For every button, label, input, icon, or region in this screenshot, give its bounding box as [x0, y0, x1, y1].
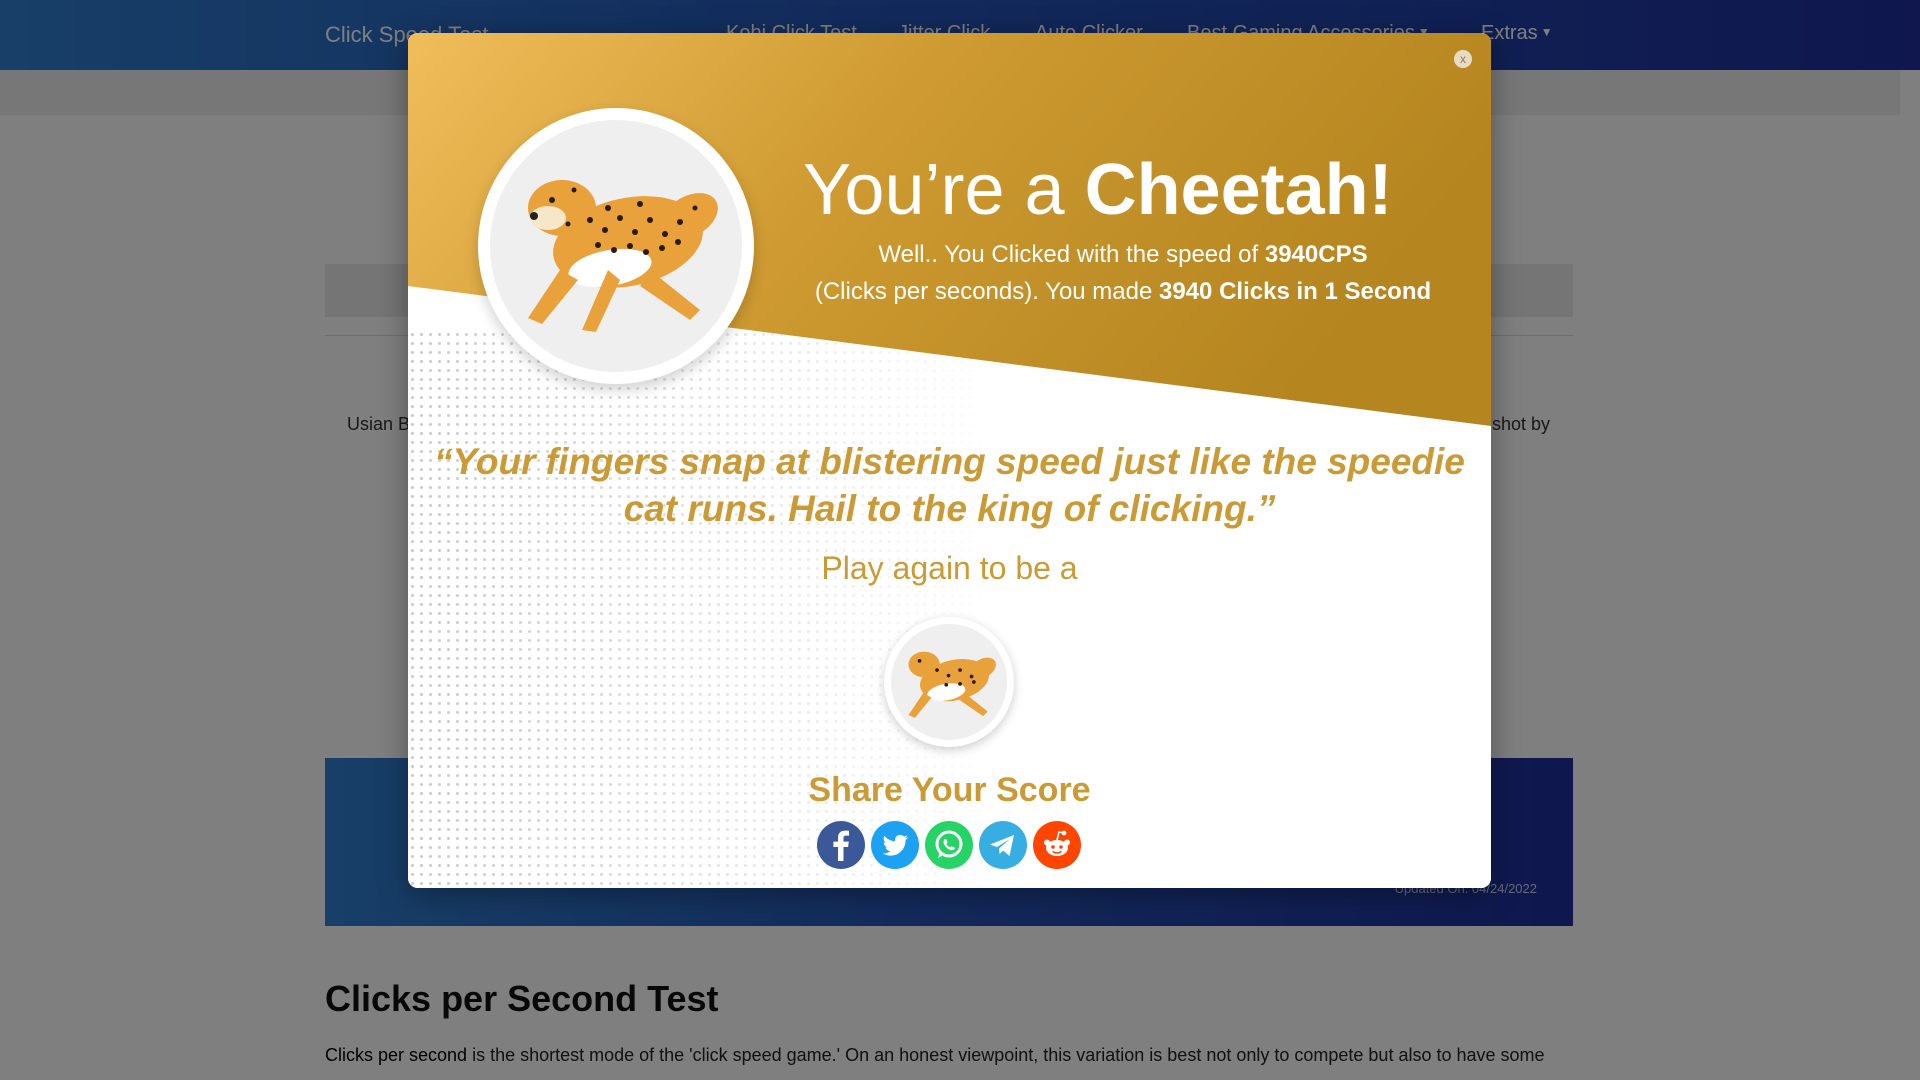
share-buttons — [817, 821, 1087, 871]
result-quote: “Your fingers snap at blistering speed j… — [434, 441, 1465, 529]
play-again-text: Play again to be a — [821, 550, 1078, 586]
share-whatsapp-button[interactable] — [925, 821, 973, 869]
reddit-icon — [1044, 830, 1070, 856]
next-rank-avatar — [884, 617, 1014, 747]
speed-line-2: (Clicks per seconds). You made 3940 Clic… — [758, 278, 1488, 306]
headline-animal: Cheetah! — [1084, 150, 1393, 230]
twitter-icon — [882, 834, 908, 856]
speed-line-1-text: Well.. You Clicked with the speed of — [878, 241, 1265, 268]
result-modal: x You’re a Cheetah! Well.. You Clicked w… — [408, 33, 1491, 888]
cheetah-icon — [528, 180, 718, 332]
speed-line-1: Well.. You Clicked with the speed of 394… — [758, 241, 1488, 269]
close-button[interactable]: x — [1454, 50, 1472, 68]
share-facebook-button[interactable] — [817, 821, 865, 869]
share-reddit-button[interactable] — [1033, 821, 1081, 869]
share-twitter-button[interactable] — [871, 821, 919, 869]
facebook-icon — [833, 830, 849, 861]
share-title: Share Your Score — [808, 771, 1091, 809]
cps-value: 3940CPS — [1264, 241, 1368, 268]
telegram-icon — [990, 835, 1014, 856]
whatsapp-icon — [935, 830, 963, 858]
clicks-value: 3940 Clicks in 1 Second — [1159, 278, 1432, 305]
speed-line-2-text: (Clicks per seconds). You made — [814, 278, 1160, 305]
headline-prefix: You’re a — [803, 150, 1085, 230]
cheetah-icon — [908, 651, 996, 718]
share-telegram-button[interactable] — [979, 821, 1027, 869]
cheetah-avatar — [478, 108, 754, 384]
result-headline: You’re a Cheetah! — [803, 149, 1393, 231]
